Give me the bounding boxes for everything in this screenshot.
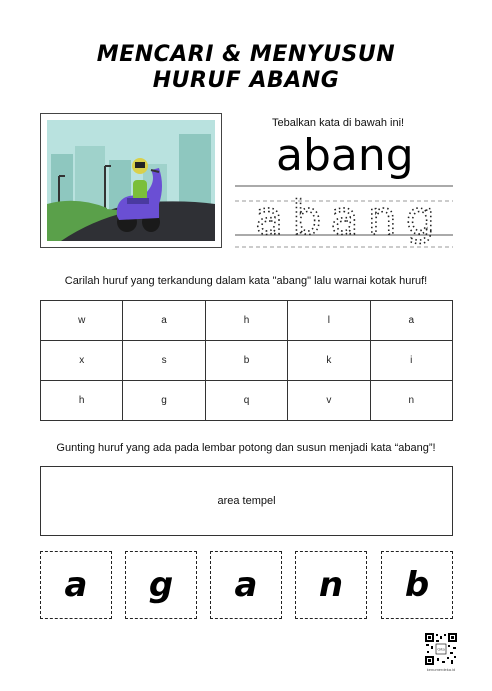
cut-instruction: Gunting huruf yang ada pada lembar poton…: [56, 442, 436, 454]
grid-cell[interactable]: g: [122, 380, 206, 421]
grid-cell[interactable]: w: [39, 300, 124, 341]
letter-grid: wahlaxsbkihgqvn: [39, 300, 454, 421]
qr-code-image: Gita: [424, 632, 458, 666]
letter-card[interactable]: n: [295, 551, 367, 619]
grid-cell[interactable]: q: [204, 380, 289, 421]
grid-cell[interactable]: h: [204, 300, 289, 341]
grid-cell[interactable]: b: [204, 340, 289, 381]
grid-cell[interactable]: i: [369, 340, 454, 381]
grid-cell[interactable]: a: [122, 300, 206, 341]
grid-cell[interactable]: x: [39, 340, 124, 381]
qr-center-label: Gita: [437, 647, 445, 652]
letter-card[interactable]: a: [210, 551, 282, 619]
qr-code[interactable]: Gita: [424, 632, 458, 666]
grid-cell[interactable]: k: [287, 340, 371, 381]
cut-out-cards: a g a n b: [40, 551, 453, 619]
target-word: abang: [276, 130, 414, 181]
title-line-1: MENCARI & MENYUSUN: [96, 42, 396, 67]
scooter-rider-illustration: [47, 120, 215, 241]
grid-cell[interactable]: l: [287, 300, 371, 341]
scooter-scene-image: [47, 120, 215, 241]
trace-instruction: Tebalkan kata di bawah ini!: [272, 117, 405, 129]
grid-cell[interactable]: s: [122, 340, 206, 381]
letter-card[interactable]: b: [381, 551, 453, 619]
grid-row: xsbki: [39, 340, 454, 381]
grid-row: wahla: [39, 300, 454, 341]
letter-card[interactable]: g: [125, 551, 197, 619]
illustration-frame: [40, 113, 222, 248]
grid-cell[interactable]: v: [287, 380, 371, 421]
tracing-guide: abang: [235, 185, 453, 248]
letter-card[interactable]: a: [40, 551, 112, 619]
grid-row: hgqvn: [39, 380, 454, 421]
title-line-2: HURUF ABANG: [152, 68, 340, 93]
grid-instruction: Carilah huruf yang terkandung dalam kata…: [64, 275, 428, 287]
qr-caption: kenumerdeka.id: [426, 667, 456, 672]
grid-cell[interactable]: a: [369, 300, 454, 341]
tracing-lines[interactable]: abang: [235, 185, 453, 249]
grid-cell[interactable]: h: [39, 380, 124, 421]
paste-area-label: area tempel: [217, 495, 276, 507]
grid-cell[interactable]: n: [369, 380, 454, 421]
paste-area[interactable]: area tempel: [40, 466, 453, 536]
trace-word: abang: [255, 191, 444, 245]
